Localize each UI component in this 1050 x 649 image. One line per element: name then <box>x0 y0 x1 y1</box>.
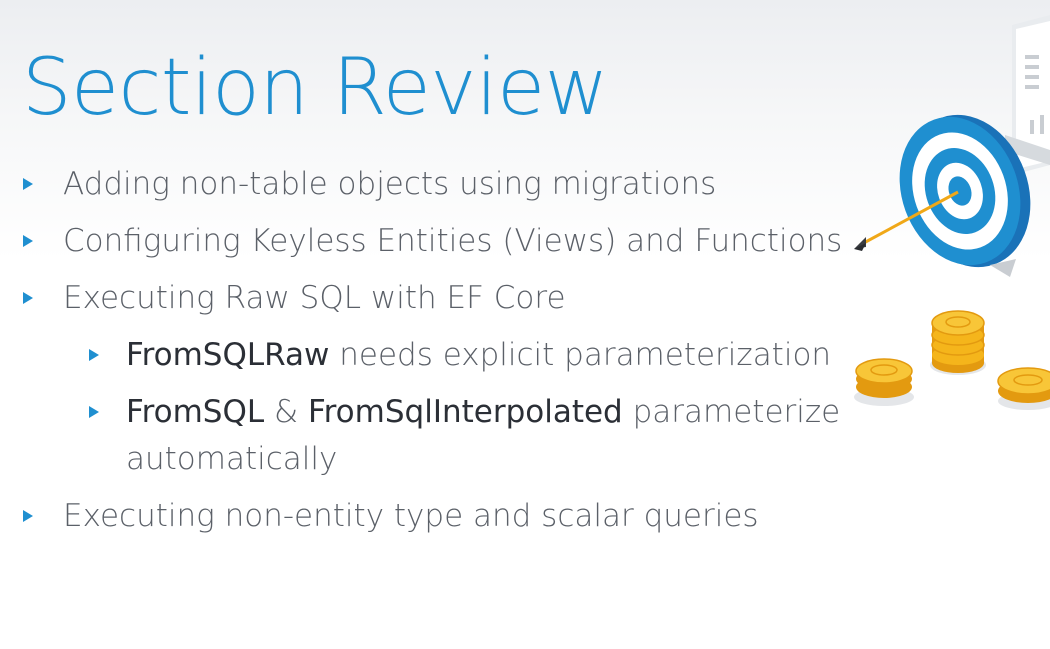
bullet-triangle-icon <box>89 406 99 418</box>
bullet-item: Executing Raw SQL with EF Core <box>23 275 566 321</box>
sub-bullet-item: FromSQLRaw needs explicit parameterizati… <box>89 332 832 378</box>
bullet-triangle-icon <box>23 178 33 190</box>
bullet-text: Configuring Keyless Entities (Views) and… <box>63 223 843 259</box>
bullet-text: Executing Raw SQL with EF Core <box>63 280 566 316</box>
bullet-triangle-icon <box>23 235 33 247</box>
sub-bullet-text: needs explicit parameterization <box>329 337 832 373</box>
keyword-fromsql: FromSQL <box>126 394 265 430</box>
sub-bullet-wrap-text: automatically <box>126 441 338 477</box>
sub-bullet-item: FromSQL & FromSqlInterpolated parameteri… <box>89 389 841 435</box>
target-illustration <box>854 15 1050 410</box>
bullet-triangle-icon <box>89 349 99 361</box>
sub-bullet-text: parameterize <box>622 394 841 430</box>
bullet-list: Adding non-table objects using migration… <box>0 0 843 600</box>
bullet-text: Executing non-entity type and scalar que… <box>63 498 759 534</box>
bullet-item: Executing non-entity type and scalar que… <box>23 493 759 539</box>
keyword-fromsqlraw: FromSQLRaw <box>126 337 330 373</box>
bullet-item: Configuring Keyless Entities (Views) and… <box>23 218 843 264</box>
keyword-fromsqlinterpolated: FromSqlInterpolated <box>308 394 623 430</box>
coin-stack-icon <box>854 310 1050 410</box>
bullet-text: Adding non-table objects using migration… <box>63 166 717 202</box>
bullet-triangle-icon <box>23 292 33 304</box>
bullet-item: Adding non-table objects using migration… <box>23 161 717 207</box>
ampersand: & <box>264 394 309 430</box>
bullet-triangle-icon <box>23 510 33 522</box>
